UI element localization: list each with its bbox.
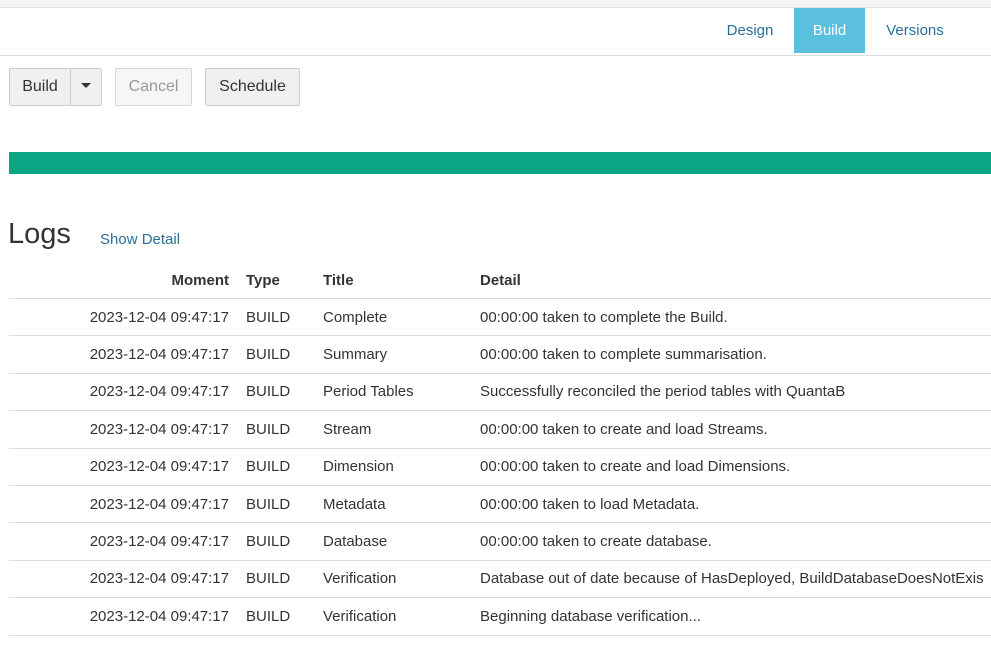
log-title: Metadata xyxy=(323,485,480,524)
log-title: Verification xyxy=(323,560,480,599)
log-detail: 00:00:00 taken to complete summarisation… xyxy=(480,335,991,374)
table-row: 2023-12-04 09:47:17 BUILD Summary 00:00:00 … xyxy=(9,335,991,374)
log-detail: 00:00:00 taken to create and load Stream… xyxy=(480,410,991,449)
column-header-moment[interactable]: Moment xyxy=(9,262,236,299)
log-type: BUILD xyxy=(236,298,323,337)
table-row: 2023-12-04 09:47:17 BUILD Verification Begi… xyxy=(9,597,991,636)
table-row: 2023-12-04 09:47:17 BUILD Dimension 00:00:0… xyxy=(9,448,991,486)
log-moment: 2023-12-04 09:47:17 xyxy=(9,448,236,486)
log-type: BUILD xyxy=(236,597,323,636)
log-detail: 00:00:00 taken to create database. xyxy=(480,522,991,561)
log-title: Summary xyxy=(323,335,480,374)
table-row: 2023-12-04 09:47:17 BUILD Database 00:00:00… xyxy=(9,522,991,561)
table-row: 2023-12-04 09:47:17 BUILD Stream 00:00:00 t… xyxy=(9,410,991,449)
chevron-down-icon xyxy=(81,83,91,89)
cancel-button[interactable]: Cancel xyxy=(115,68,192,106)
log-title: Period Tables xyxy=(323,373,480,412)
logs-table: Moment Type Title Detail 2023-12-04 09:4… xyxy=(9,262,991,636)
log-type: BUILD xyxy=(236,335,323,374)
tab-versions[interactable]: Versions xyxy=(866,8,964,53)
logs-heading: Logs xyxy=(8,218,71,250)
log-type: BUILD xyxy=(236,410,323,449)
log-moment: 2023-12-04 09:47:17 xyxy=(9,522,236,561)
log-detail: 00:00:00 taken to create and load Dimens… xyxy=(480,448,991,486)
log-title: Verification xyxy=(323,597,480,636)
table-row: 2023-12-04 09:47:17 BUILD Verification Data… xyxy=(9,560,991,599)
log-moment: 2023-12-04 09:47:17 xyxy=(9,597,236,636)
column-header-type[interactable]: Type xyxy=(236,262,323,299)
log-moment: 2023-12-04 09:47:17 xyxy=(9,298,236,337)
build-dropdown-toggle[interactable] xyxy=(70,68,102,106)
log-moment: 2023-12-04 09:47:17 xyxy=(9,373,236,412)
log-moment: 2023-12-04 09:47:17 xyxy=(9,335,236,374)
column-header-detail[interactable]: Detail xyxy=(480,262,991,299)
log-moment: 2023-12-04 09:47:17 xyxy=(9,560,236,599)
log-detail: 00:00:00 taken to complete the Build. xyxy=(480,298,991,337)
log-type: BUILD xyxy=(236,522,323,561)
log-detail: Successfully reconciled the period table… xyxy=(480,373,991,412)
log-moment: 2023-12-04 09:47:17 xyxy=(9,485,236,524)
log-type: BUILD xyxy=(236,448,323,486)
table-row: 2023-12-04 09:47:17 BUILD Metadata 00:00:00… xyxy=(9,485,991,524)
log-title: Stream xyxy=(323,410,480,449)
log-title: Database xyxy=(323,522,480,561)
tab-bar: Design Build Versions xyxy=(0,8,991,56)
log-type: BUILD xyxy=(236,560,323,599)
log-detail: Beginning database verification... xyxy=(480,597,991,636)
log-type: BUILD xyxy=(236,373,323,412)
top-strip xyxy=(0,0,991,8)
progress-fill xyxy=(9,152,991,174)
log-detail: Database out of date because of HasDeplo… xyxy=(480,560,991,599)
table-row: 2023-12-04 09:47:17 BUILD Period Tables Suc… xyxy=(9,373,991,412)
build-button[interactable]: Build xyxy=(9,68,71,106)
build-progress-bar xyxy=(9,152,991,174)
show-detail-link[interactable]: Show Detail xyxy=(100,231,180,248)
tab-build[interactable]: Build xyxy=(794,8,865,53)
table-header-row: Moment Type Title Detail xyxy=(9,262,991,299)
table-row: 2023-12-04 09:47:17 BUILD Complete 00:00:00… xyxy=(9,298,991,337)
log-moment: 2023-12-04 09:47:17 xyxy=(9,410,236,449)
log-title: Complete xyxy=(323,298,480,337)
column-header-title[interactable]: Title xyxy=(323,262,480,299)
log-detail: 00:00:00 taken to load Metadata. xyxy=(480,485,991,524)
tab-design[interactable]: Design xyxy=(707,8,793,53)
log-type: BUILD xyxy=(236,485,323,524)
log-title: Dimension xyxy=(323,448,480,486)
schedule-button[interactable]: Schedule xyxy=(205,68,300,106)
logs-table-body: 2023-12-04 09:47:17 BUILD Complete 00:00:00… xyxy=(9,298,991,636)
